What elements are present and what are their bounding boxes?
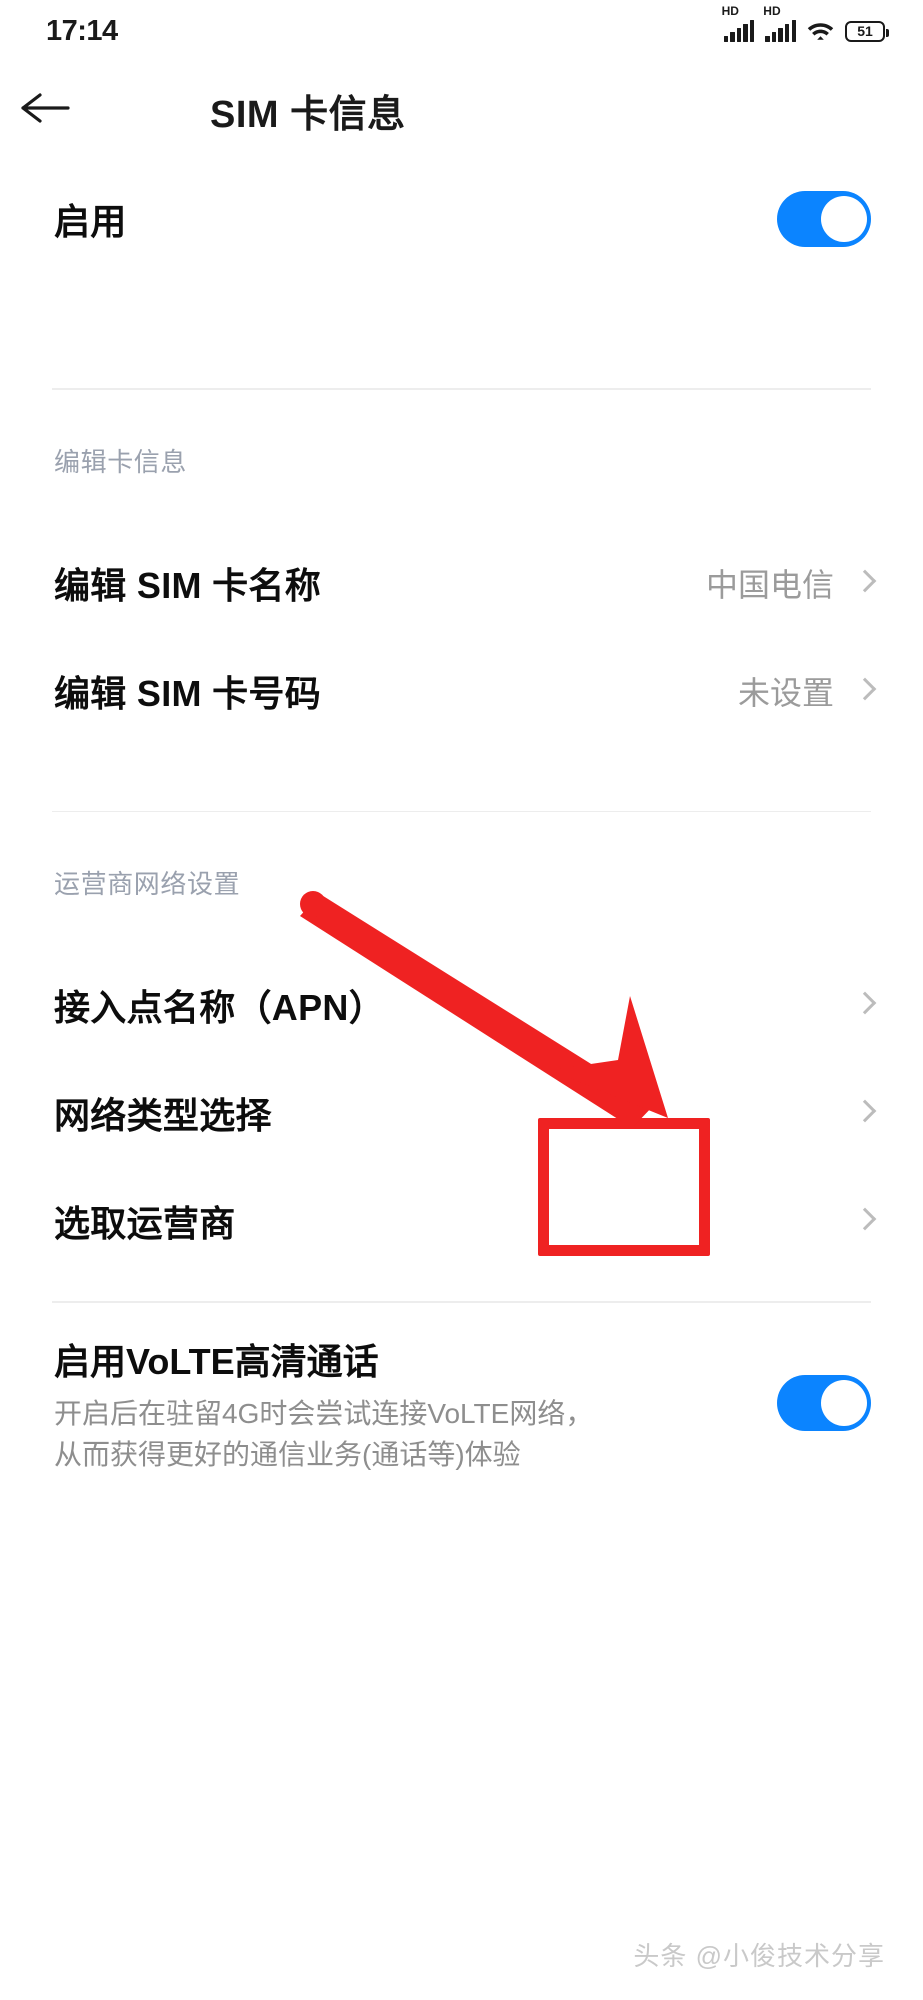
row-edit-sim-number-value: 未设置	[737, 674, 834, 711]
chevron-right-icon	[856, 992, 871, 1018]
chevron-right-icon	[856, 570, 871, 596]
signal-sim1-icon: HD	[722, 5, 755, 42]
row-edit-sim-number-right: 未设置	[738, 668, 871, 714]
row-edit-sim-name[interactable]: 编辑 SIM 卡名称 中国电信	[0, 529, 923, 637]
chevron-right-icon	[856, 1208, 871, 1234]
row-select-carrier[interactable]: 选取运营商	[0, 1167, 923, 1275]
row-select-carrier-label: 选取运营商	[54, 1203, 236, 1245]
hd-label-sim2: HD	[763, 4, 781, 18]
back-button[interactable]	[0, 62, 92, 158]
status-bar-clock: 17:14	[46, 14, 118, 47]
row-apn-right	[856, 992, 871, 1018]
row-edit-sim-name-right: 中国电信	[706, 560, 871, 606]
watermark: 头条 @小俊技术分享	[633, 1941, 885, 1971]
status-bar-icons: HD HD 51	[722, 5, 889, 42]
section-label-carrier-network-settings: 运营商网络设置	[54, 869, 241, 900]
row-apn-label: 接入点名称（APN）	[54, 987, 386, 1029]
section-label-edit-card-info: 编辑卡信息	[54, 446, 188, 477]
chevron-right-icon	[856, 678, 871, 704]
signal-bars-sim2	[765, 20, 796, 42]
signal-sim2-icon: HD	[763, 5, 796, 42]
row-edit-sim-number[interactable]: 编辑 SIM 卡号码 未设置	[0, 637, 923, 745]
wifi-icon	[807, 20, 834, 42]
row-apn[interactable]: 接入点名称（APN）	[0, 951, 923, 1059]
hd-label-sim1: HD	[721, 4, 739, 18]
status-bar: 17:14 HD HD 51	[0, 0, 923, 62]
row-volte-text: 启用VoLTE高清通话 开启后在驻留4G时会尝试连接VoLTE网络，从而获得更好…	[54, 1341, 614, 1476]
enable-sim-toggle-knob	[821, 196, 867, 242]
battery-percent-label: 51	[857, 23, 873, 39]
volte-toggle-knob	[821, 1379, 867, 1426]
row-edit-sim-name-value: 中国电信	[705, 566, 834, 603]
row-select-carrier-right	[856, 1208, 871, 1234]
row-network-type[interactable]: 网络类型选择	[0, 1059, 923, 1167]
row-network-type-right	[856, 1100, 871, 1126]
row-volte-label: 启用VoLTE高清通话	[54, 1340, 379, 1382]
row-network-type-label: 网络类型选择	[54, 1095, 272, 1137]
row-volte[interactable]: 启用VoLTE高清通话 开启后在驻留4G时会尝试连接VoLTE网络，从而获得更好…	[0, 1341, 923, 1476]
page-title: SIM 卡信息	[210, 93, 406, 136]
enable-sim-toggle[interactable]	[777, 191, 871, 247]
back-arrow-icon	[20, 91, 72, 130]
row-enable-sim[interactable]: 启用	[0, 158, 923, 280]
chevron-right-icon	[856, 1100, 871, 1126]
signal-bars-sim1	[723, 20, 755, 42]
volte-toggle[interactable]	[777, 1374, 871, 1431]
settings-list: 启用 编辑卡信息 编辑 SIM 卡名称 中国电信 编辑 SIM 卡号码 未设置 …	[0, 158, 923, 2000]
app-header: SIM 卡信息	[0, 62, 923, 158]
battery-icon: 51	[845, 20, 889, 42]
row-edit-sim-name-label: 编辑 SIM 卡名称	[54, 564, 322, 606]
row-enable-sim-label: 启用	[54, 201, 127, 242]
row-volte-description: 开启后在驻留4G时会尝试连接VoLTE网络，从而获得更好的通信业务(通话等)体验	[54, 1398, 594, 1470]
row-edit-sim-number-label: 编辑 SIM 卡号码	[54, 672, 322, 714]
